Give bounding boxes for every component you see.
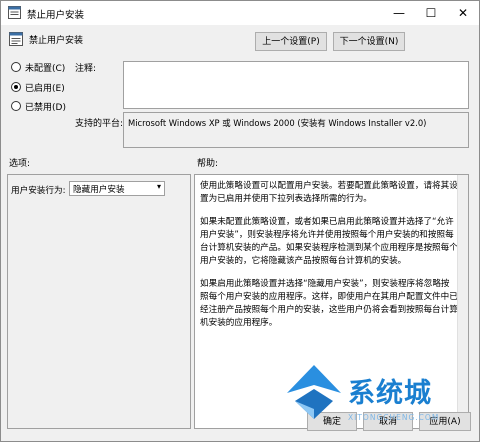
policy-name: 禁止用户安装 xyxy=(29,36,84,46)
radio-circle[interactable] xyxy=(11,82,21,92)
watermark-logo-icon xyxy=(287,365,341,419)
help-scrollbar[interactable] xyxy=(457,175,468,428)
user-install-behavior-label: 用户安装行为: xyxy=(11,186,66,196)
radio-label: 已启用(E) xyxy=(25,84,65,94)
options-panel: 用户安装行为: xyxy=(7,174,191,429)
radio-label: 未配置(C) xyxy=(25,64,66,74)
comment-label: 注释: xyxy=(75,64,97,74)
previous-setting-button[interactable]: 上一个设置(P) xyxy=(255,32,327,51)
supported-platform-box: Microsoft Windows XP 或 Windows 2000 (安装有… xyxy=(123,112,469,148)
minimize-button[interactable]: — xyxy=(383,1,415,25)
title-bar: 禁止用户安装 — ☐ ✕ xyxy=(1,1,479,25)
radio-circle[interactable] xyxy=(11,62,21,72)
policy-icon xyxy=(9,32,23,46)
supported-platform-label: 支持的平台: xyxy=(75,119,124,129)
user-install-behavior-select[interactable]: 隐藏用户安装 ▾ xyxy=(69,181,165,196)
help-paragraph: 如果未配置此策略设置，或者如果已启用此策略设置并选择了“允许用户安装”，则安装程… xyxy=(200,217,458,266)
maximize-button[interactable]: ☐ xyxy=(415,1,447,25)
policy-setting-icon xyxy=(8,6,21,19)
supported-platform-value: Microsoft Windows XP 或 Windows 2000 (安装有… xyxy=(128,118,427,128)
chevron-down-icon: ▾ xyxy=(156,182,161,191)
next-setting-button[interactable]: 下一个设置(N) xyxy=(333,32,405,51)
help-paragraph: 如果启用此策略设置并选择“隐藏用户安装”，则安装程序将忽略按照每个用户安装的应用… xyxy=(200,279,458,328)
radio-label: 已禁用(D) xyxy=(25,103,66,113)
close-button[interactable]: ✕ xyxy=(447,1,479,25)
help-title: 帮助: xyxy=(197,159,219,169)
watermark-subtext: XITONGCHENG.COM xyxy=(348,413,440,422)
help-paragraph: 使用此策略设置可以配置用户安装。若要配置此策略设置，请将其设置为已启用并使用下拉… xyxy=(200,181,458,204)
watermark-text: 系统城 xyxy=(348,378,432,409)
selected-value: 隐藏用户安装 xyxy=(73,185,125,195)
help-text: 使用此策略设置可以配置用户安装。若要配置此策略设置，请将其设置为已启用并使用下拉… xyxy=(200,180,458,340)
options-title: 选项: xyxy=(9,159,31,169)
policy-setting-window: 禁止用户安装 — ☐ ✕ 禁止用户安装 上一个设置(P) 下一个设置(N) 未配… xyxy=(0,0,480,442)
radio-circle[interactable] xyxy=(11,101,21,111)
window-title: 禁止用户安装 xyxy=(27,10,85,21)
comment-textarea[interactable] xyxy=(123,61,469,109)
